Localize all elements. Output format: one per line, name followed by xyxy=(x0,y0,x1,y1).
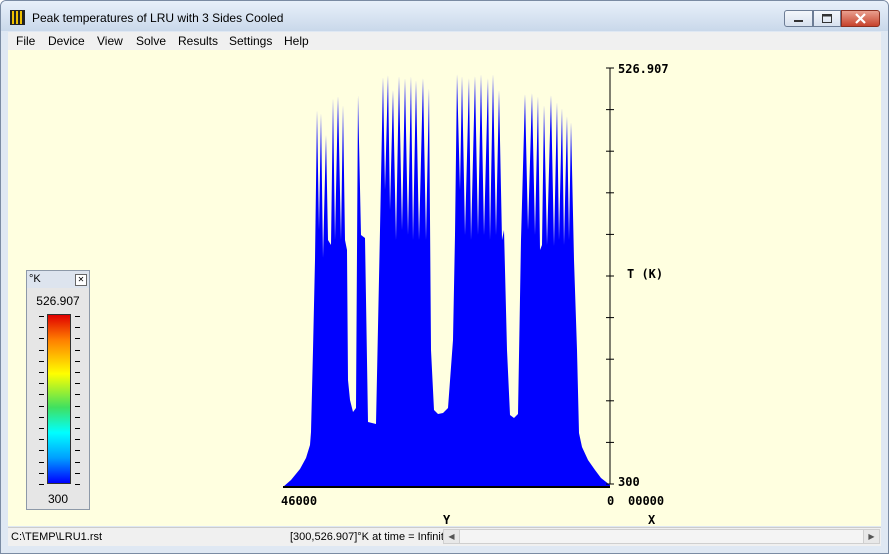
legend-close-icon[interactable]: ✕ xyxy=(75,274,87,286)
legend-tick xyxy=(39,439,44,441)
legend-tick xyxy=(39,383,44,385)
legend-tick xyxy=(75,316,80,317)
color-legend-panel[interactable]: °K ✕ 526.907 300 xyxy=(26,270,90,510)
plot-area: 526.907 T (K) 300 46000 0 00000 Y X °K ✕… xyxy=(8,50,881,526)
x-axis-label: X xyxy=(648,513,656,526)
menu-settings[interactable]: Settings xyxy=(229,34,272,48)
legend-tick xyxy=(39,360,44,362)
legend-tick xyxy=(39,461,44,463)
legend-tick xyxy=(75,439,80,441)
legend-tick xyxy=(75,372,80,373)
menu-view[interactable]: View xyxy=(97,34,123,48)
legend-tick xyxy=(75,461,80,463)
legend-tick xyxy=(75,472,80,474)
legend-tick xyxy=(39,327,44,329)
legend-tick xyxy=(39,450,44,452)
status-file-path: C:\TEMP\LRU1.rst xyxy=(11,531,103,543)
legend-tick xyxy=(39,349,44,351)
t-min-label: 300 xyxy=(618,475,640,489)
maximize-icon xyxy=(822,14,832,23)
x-axis-value-label: 00000 xyxy=(628,494,664,508)
scroll-right-icon[interactable]: ▶ xyxy=(863,530,879,543)
y-axis-end-label: 0 xyxy=(607,494,614,508)
title-bar: Peak temperatures of LRU with 3 Sides Co… xyxy=(1,1,888,31)
legend-title-bar: °K ✕ xyxy=(27,271,89,288)
legend-tick xyxy=(75,327,80,329)
menu-help[interactable]: Help xyxy=(284,34,309,48)
legend-tick xyxy=(39,484,44,485)
temperature-surface xyxy=(283,74,610,487)
menu-file[interactable]: File xyxy=(16,34,35,48)
horizontal-scrollbar[interactable]: ◀ ▶ xyxy=(443,529,880,544)
menu-results[interactable]: Results xyxy=(178,34,218,48)
legend-tick xyxy=(75,338,80,340)
maximize-button[interactable] xyxy=(813,10,841,27)
window-title: Peak temperatures of LRU with 3 Sides Co… xyxy=(32,11,284,25)
minimize-icon xyxy=(794,20,803,22)
legend-tick xyxy=(75,405,80,407)
close-button[interactable] xyxy=(841,10,880,27)
menu-device[interactable]: Device xyxy=(48,34,85,48)
menu-bar: File Device View Solve Results Settings … xyxy=(8,32,881,50)
legend-tick xyxy=(39,428,44,429)
t-axis-label: T (K) xyxy=(627,267,663,281)
legend-tick xyxy=(39,472,44,474)
legend-tick xyxy=(75,428,80,429)
status-bar: C:\TEMP\LRU1.rst [300,526.907]°K at time… xyxy=(8,527,881,546)
legend-tick xyxy=(39,394,44,396)
legend-tick xyxy=(39,338,44,340)
legend-max-value: 526.907 xyxy=(36,294,80,308)
legend-tick xyxy=(39,405,44,407)
app-icon xyxy=(10,10,25,25)
status-temperature-readout: [300,526.907]°K at time = Infinity xyxy=(290,531,450,543)
y-axis-start-label: 46000 xyxy=(281,494,317,508)
legend-tick xyxy=(75,349,80,351)
t-max-label: 526.907 xyxy=(618,62,669,76)
scroll-left-icon[interactable]: ◀ xyxy=(444,530,460,543)
y-axis-label: Y xyxy=(443,513,451,526)
legend-unit: °K xyxy=(29,273,41,285)
app-window: Peak temperatures of LRU with 3 Sides Co… xyxy=(0,0,889,554)
legend-tick xyxy=(75,450,80,452)
legend-tick xyxy=(39,416,44,418)
minimize-button[interactable] xyxy=(784,10,813,27)
legend-tick xyxy=(75,484,80,485)
legend-tick xyxy=(75,394,80,396)
legend-tick xyxy=(39,372,44,373)
legend-tick xyxy=(75,383,80,385)
close-icon xyxy=(855,13,866,24)
temperature-surface-plot: 526.907 T (K) 300 46000 0 00000 Y X xyxy=(281,62,669,526)
legend-min-value: 300 xyxy=(47,492,69,506)
legend-tick xyxy=(75,416,80,418)
legend-tick xyxy=(39,316,44,317)
legend-tick xyxy=(75,360,80,362)
legend-color-bar xyxy=(47,314,71,484)
menu-solve[interactable]: Solve xyxy=(136,34,166,48)
